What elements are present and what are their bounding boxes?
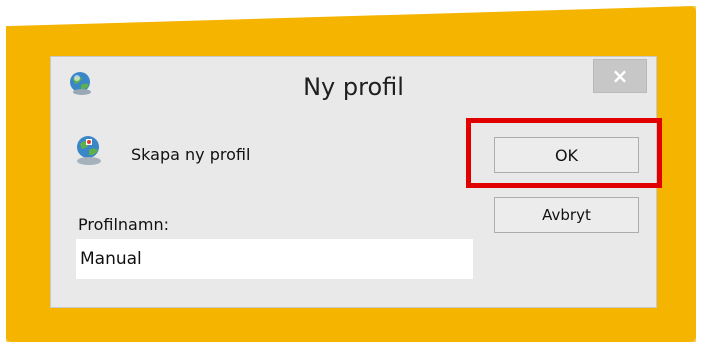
- dialog-heading: Skapa ny profil: [131, 145, 251, 164]
- close-icon: ×: [611, 64, 629, 88]
- title-bar: Ny profil ×: [51, 57, 656, 119]
- profile-globe-icon: [74, 133, 104, 167]
- profile-name-label: Profilnamn:: [78, 215, 169, 234]
- close-button[interactable]: ×: [593, 59, 647, 93]
- ok-button[interactable]: OK: [494, 137, 639, 173]
- new-profile-dialog: Ny profil × Skapa ny profil Profilnamn: …: [50, 56, 657, 308]
- dialog-title: Ny profil: [303, 73, 404, 101]
- screenshot-stage: Ny profil × Skapa ny profil Profilnamn: …: [0, 0, 703, 347]
- profile-name-input[interactable]: [76, 239, 473, 279]
- cancel-button[interactable]: Avbryt: [494, 197, 639, 233]
